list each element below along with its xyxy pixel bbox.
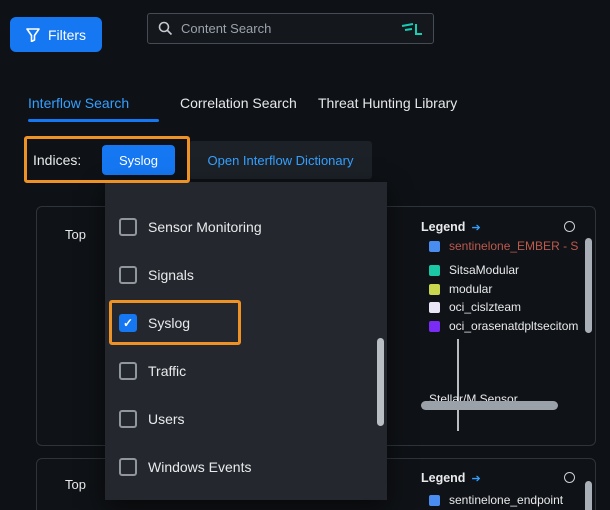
legend-title: Legend — [421, 220, 465, 234]
legend-toggle-circle-icon[interactable] — [564, 221, 575, 232]
open-interflow-dictionary-link[interactable]: Open Interflow Dictionary — [189, 141, 372, 179]
checkbox-unchecked[interactable] — [119, 458, 137, 476]
dropdown-option-sensor-monitoring[interactable]: Sensor Monitoring — [105, 203, 387, 251]
legend-swatch — [429, 284, 440, 295]
filter-funnel-icon — [26, 28, 40, 42]
dropdown-option-traffic[interactable]: Traffic — [105, 347, 387, 395]
top-panel-label: Top — [65, 477, 86, 492]
legend-horizontal-scrollbar[interactable] — [421, 401, 558, 410]
search-icon — [158, 21, 173, 36]
dropdown-option-label: Windows Events — [148, 459, 251, 475]
legend-vertical-scrollbar[interactable] — [585, 481, 592, 510]
legend-item[interactable]: modular — [429, 282, 579, 296]
legend-swatch — [429, 321, 440, 332]
legend-item-label: sentinelone_EMBER - S — [449, 239, 578, 253]
legend-item[interactable]: sentinelone_EMBER - S — [429, 239, 579, 253]
legend-header: Legend ➔ — [421, 220, 481, 234]
dropdown-scrollbar[interactable] — [377, 338, 384, 426]
legend-item-label: sentinelone_endpoint — [449, 493, 563, 507]
checkbox-unchecked[interactable] — [119, 362, 137, 380]
content-search-box — [147, 13, 434, 44]
dropdown-option-label: Users — [148, 411, 185, 427]
dropdown-option-syslog[interactable]: Syslog — [105, 299, 387, 347]
tab-interflow-search[interactable]: Interflow Search — [28, 95, 129, 111]
legend-item-label: oci_orasenatdpltsecitom — [449, 319, 578, 333]
checkbox-unchecked[interactable] — [119, 410, 137, 428]
legend-expand-arrow-icon[interactable]: ➔ — [471, 221, 480, 234]
top-panel-label: Top — [65, 227, 86, 242]
dropdown-option-label: Signals — [148, 267, 194, 283]
tab-correlation-search[interactable]: Correlation Search — [180, 95, 297, 111]
indices-label: Indices: — [33, 152, 81, 168]
app-screen: Filters Interflow Search Correlation Sea… — [0, 0, 610, 510]
dropdown-option-users[interactable]: Users — [105, 395, 387, 443]
filters-button[interactable]: Filters — [10, 17, 102, 52]
legend-item[interactable]: SitsaModular — [429, 263, 579, 277]
legend-item-label: SitsaModular — [449, 263, 519, 277]
dropdown-option-label: Traffic — [148, 363, 186, 379]
legend-title: Legend — [421, 471, 465, 485]
legend-item[interactable]: sentinelone_endpoint — [429, 493, 579, 507]
dropdown-option-label: Sensor Monitoring — [148, 219, 262, 235]
dropdown-option-windows-events[interactable]: Windows Events — [105, 443, 387, 491]
legend-swatch — [429, 241, 440, 252]
dropdown-option-label: Syslog — [148, 315, 190, 331]
dropdown-option-signals[interactable]: Signals — [105, 251, 387, 299]
indices-dropdown-menu: Sensor Monitoring Signals Syslog Traffic… — [105, 182, 387, 500]
legend-item[interactable]: oci_orasenatdpltsecitom — [429, 319, 579, 333]
checkbox-checked[interactable] — [119, 314, 137, 332]
legend-vertical-scrollbar[interactable] — [585, 238, 592, 333]
legend-item-label: oci_cislzteam — [449, 300, 521, 314]
checkbox-unchecked[interactable] — [119, 218, 137, 236]
filters-button-label: Filters — [48, 27, 86, 43]
legend-swatch — [429, 495, 440, 506]
legend-expand-arrow-icon[interactable]: ➔ — [471, 472, 480, 485]
active-tab-underline — [28, 119, 159, 122]
legend-swatch — [429, 265, 440, 276]
stellar-logo-icon — [401, 22, 423, 36]
chart-line-segment — [457, 339, 459, 431]
content-search-input[interactable] — [181, 21, 393, 36]
legend-item-label: modular — [449, 282, 492, 296]
legend-toggle-circle-icon[interactable] — [564, 472, 575, 483]
indices-selected-chip[interactable]: Syslog — [102, 145, 175, 175]
legend-swatch — [429, 302, 440, 313]
legend-item[interactable]: oci_cislzteam — [429, 300, 579, 314]
tab-threat-hunting-library[interactable]: Threat Hunting Library — [318, 95, 457, 111]
legend-header: Legend ➔ — [421, 471, 481, 485]
checkbox-unchecked[interactable] — [119, 266, 137, 284]
